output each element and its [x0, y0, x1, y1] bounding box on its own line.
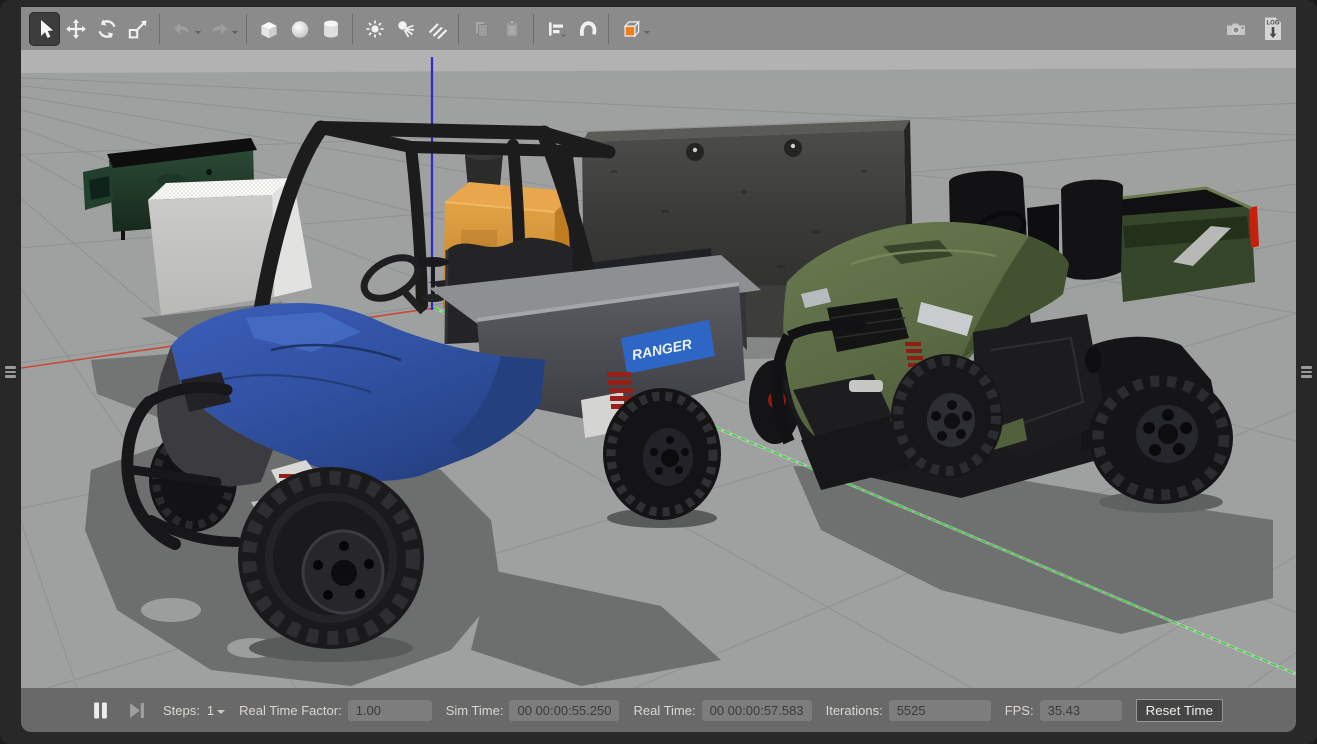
view-angle-dropdown-caret[interactable]	[644, 30, 650, 37]
rtf-field: 1.00	[347, 699, 432, 721]
toolbar-separator	[159, 13, 160, 44]
real-time-field: 00 00:00:57.583	[701, 699, 812, 721]
pause-icon	[93, 702, 107, 718]
step-forward-icon	[129, 702, 144, 718]
steps-label: Steps:	[163, 702, 200, 718]
redo-icon	[211, 22, 227, 34]
align-icon	[548, 22, 566, 37]
box-shape-icon	[260, 21, 277, 38]
move-arrows-icon	[65, 18, 86, 39]
fps-label: FPS:	[1004, 702, 1034, 718]
view-cube-icon	[623, 19, 640, 38]
camera-icon	[1226, 23, 1245, 35]
sim-time-field: 00 00:00:55.250	[509, 699, 620, 721]
cursor-arrow-icon	[40, 19, 53, 38]
add-sphere-button[interactable]	[284, 12, 315, 46]
scale-tool-button[interactable]	[122, 12, 153, 46]
point-light-button[interactable]	[359, 12, 390, 46]
reset-time-button[interactable]: Reset Time	[1135, 698, 1223, 722]
rotate-arrows-icon	[98, 18, 115, 39]
pause-button[interactable]	[87, 697, 113, 723]
undo-button[interactable]	[166, 12, 197, 46]
data-logger-button[interactable]: LOG	[1257, 12, 1288, 46]
paste-icon	[505, 19, 518, 37]
redo-button[interactable]	[203, 12, 234, 46]
toolbar-right-group: LOG	[1220, 12, 1288, 46]
copy-icon	[474, 20, 488, 37]
cylinder-shape-icon	[323, 19, 338, 38]
blue-front-wheel	[238, 467, 424, 649]
render-viewport[interactable]: RANGER	[21, 50, 1296, 688]
spot-light-icon	[397, 20, 414, 37]
main-toolbar: LOG	[21, 7, 1296, 50]
fps-field: 35.43	[1039, 699, 1122, 721]
view-angle-button[interactable]	[615, 12, 646, 46]
scene-canvas: RANGER	[21, 50, 1296, 688]
snap-button[interactable]	[571, 12, 602, 46]
magnet-snap-icon	[579, 20, 596, 36]
add-cylinder-button[interactable]	[315, 12, 346, 46]
steps-spinner-caret[interactable]	[217, 710, 226, 718]
translate-tool-button[interactable]	[60, 12, 91, 46]
undo-icon	[173, 22, 189, 34]
copy-button[interactable]	[465, 12, 496, 46]
redo-dropdown-caret[interactable]	[232, 30, 238, 37]
simulation-statusbar: Steps: 1 Real Time Factor: 1.00 Sim Time…	[21, 688, 1296, 732]
directional-light-icon	[428, 22, 447, 39]
screenshot-button[interactable]	[1220, 12, 1251, 46]
real-time-label: Real Time:	[633, 702, 696, 718]
steps-value[interactable]: 1	[207, 703, 214, 718]
left-panel-splitter[interactable]	[4, 361, 17, 383]
undo-dropdown-caret[interactable]	[195, 30, 201, 37]
align-button[interactable]	[540, 12, 571, 46]
blue-rear-wheel	[603, 388, 721, 520]
sphere-shape-icon	[291, 20, 308, 38]
log-file-icon: LOG	[1264, 17, 1281, 40]
rtf-label: Real Time Factor:	[239, 702, 342, 718]
toolbar-separator	[246, 13, 247, 44]
point-light-icon	[366, 20, 383, 37]
spot-light-button[interactable]	[390, 12, 421, 46]
gazebo-window: LOG RANGER Steps: 1 Real Time Factor: 1.…	[0, 0, 1317, 744]
iterations-label: Iterations:	[825, 702, 883, 718]
green-front-wheel	[891, 354, 1003, 478]
toolbar-separator	[458, 13, 459, 44]
log-icon-label: LOG	[1266, 20, 1279, 26]
rotate-tool-button[interactable]	[91, 12, 122, 46]
paste-button[interactable]	[496, 12, 527, 46]
toolbar-separator	[352, 13, 353, 44]
sim-time-label: Sim Time:	[445, 702, 504, 718]
directional-light-button[interactable]	[421, 12, 452, 46]
iterations-field: 5525	[888, 699, 991, 721]
toolbar-separator	[608, 13, 609, 44]
toolbar-separator	[533, 13, 534, 44]
step-button[interactable]	[123, 697, 149, 723]
right-panel-splitter[interactable]	[1300, 361, 1313, 383]
add-box-button[interactable]	[253, 12, 284, 46]
scale-arrows-icon	[128, 19, 147, 38]
green-rear-wheel	[1089, 372, 1233, 504]
select-tool-button[interactable]	[29, 11, 60, 46]
